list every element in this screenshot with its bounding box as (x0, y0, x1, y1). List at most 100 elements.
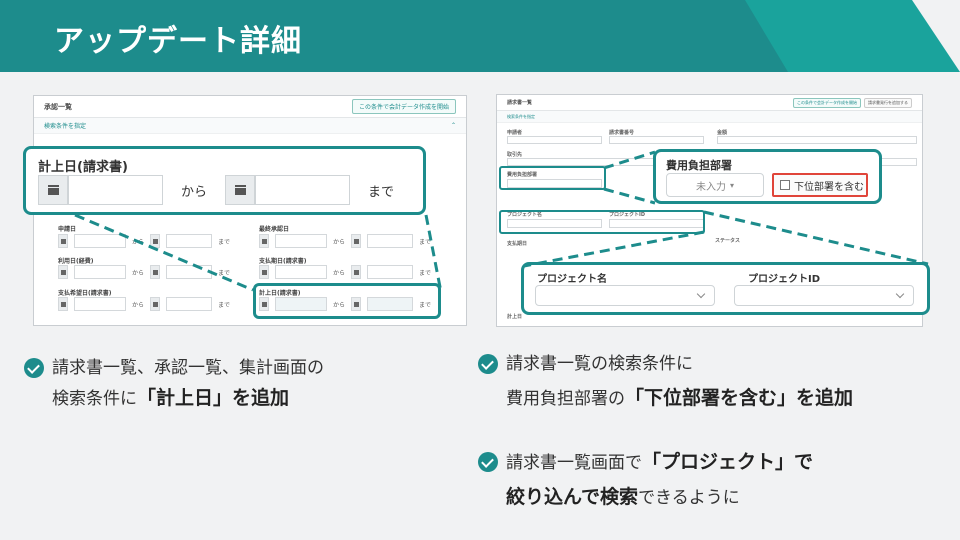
expense-dept-zoom-callout: 費用負担部署 未入力 ▾ 下位部署を含む (653, 149, 882, 204)
use-date-from-input[interactable] (74, 265, 126, 279)
range-from-text: から (180, 184, 207, 200)
field-label-desired-pay: 支払希望日(請求書) (58, 290, 112, 297)
calendar-icon[interactable] (58, 265, 68, 279)
field-label-apply-date: 申請日 (58, 226, 77, 233)
amount-label: 金額 (717, 130, 728, 136)
approval-list-title: 承認一覧 (44, 102, 72, 111)
field-label-final-approval: 最終承認日 (259, 226, 290, 233)
posted-date-zoom-to-input[interactable] (255, 175, 350, 205)
status-label: ステータス (715, 238, 741, 244)
add-invoice-button[interactable]: 請求書発行を追加する (864, 97, 912, 108)
chevron-up-icon: ⌃ (450, 122, 456, 129)
project-zoom-callout: プロジェクト名 プロジェクトID (521, 262, 930, 315)
range-from-text: から (333, 269, 346, 277)
note-project-line2: 絞り込んで検索できるように (506, 486, 740, 508)
field-label-use-date: 利用日(経費) (58, 258, 94, 265)
posted-date-highlight (253, 283, 441, 319)
note-sub-dept-line1: 請求書一覧の検索条件に (506, 354, 693, 374)
check-circle-icon (478, 354, 498, 374)
final-approval-range: から まで (259, 234, 431, 248)
calendar-icon[interactable] (150, 265, 161, 279)
applicant-input[interactable] (507, 136, 602, 144)
search-condition-label: 検索条件を指定 (507, 113, 535, 119)
calendar-icon[interactable] (351, 265, 362, 279)
note-sub-dept: 請求書一覧の検索条件に 費用負担部署の「下位部署を含む」を追加 (478, 349, 853, 414)
payment-due-range: から まで (259, 265, 431, 279)
final-approval-from-input[interactable] (275, 234, 327, 248)
range-to-text: まで (367, 184, 394, 200)
expense-dept-highlight (499, 166, 606, 190)
dropdown-arrow-icon: ▾ (729, 180, 734, 190)
calendar-icon[interactable] (351, 234, 362, 248)
posted-date-label-small: 計上日 (507, 314, 523, 320)
range-from-text: から (132, 301, 145, 309)
apply-date-to-input[interactable] (166, 234, 213, 248)
range-to-text: まで (218, 301, 231, 309)
note-project-filter: 請求書一覧画面で「プロジェクト」で 絞り込んで検索できるように (478, 447, 813, 513)
start-accounting-button[interactable]: この条件で会計データ作成を開始 (793, 97, 861, 108)
invoice-number-input[interactable] (609, 136, 704, 144)
invoice-number-label: 請求書番号 (609, 130, 635, 136)
project-name-select[interactable] (535, 285, 715, 306)
note-posted-date-line1: 請求書一覧、承認一覧、集計画面の (52, 358, 324, 378)
applicant-label: 申請者 (507, 130, 523, 136)
search-condition-toggle[interactable]: 検索条件を指定 ⌃ (34, 118, 466, 134)
range-to-text: まで (218, 238, 231, 246)
expense-dept-select-value: 未入力 (695, 181, 726, 193)
start-accounting-button[interactable]: この条件で会計データ作成を開始 (351, 99, 456, 114)
include-sub-dept-label: 下位部署を含む (794, 181, 864, 193)
desired-pay-range: から まで (58, 297, 230, 311)
search-condition-label: 検索条件を指定 (44, 123, 87, 130)
use-date-to-input[interactable] (166, 265, 213, 279)
use-date-range: から まで (58, 265, 230, 279)
range-to-text: まで (218, 269, 231, 277)
field-label-payment-due: 支払期日(請求書) (259, 258, 307, 265)
project-id-zoom-label: プロジェクトID (748, 274, 821, 285)
chevron-down-icon (895, 289, 905, 299)
amount-input[interactable] (717, 136, 917, 144)
range-from-text: から (333, 238, 346, 246)
posted-date-zoom-callout: 計上日(請求書) から まで (23, 146, 426, 215)
apply-date-from-input[interactable] (74, 234, 126, 248)
final-approval-to-input[interactable] (367, 234, 414, 248)
posted-date-zoom-from-input[interactable] (68, 175, 163, 205)
project-name-zoom-label: プロジェクト名 (537, 274, 607, 285)
expense-dept-select[interactable]: 未入力 ▾ (666, 173, 764, 197)
note-posted-date-line2: 検索条件に「計上日」を追加 (52, 387, 290, 409)
range-to-text: まで (419, 238, 432, 246)
note-project-line1: 請求書一覧画面で「プロジェクト」で (506, 451, 814, 473)
page-title: アップデート詳細 (54, 24, 302, 59)
calendar-icon[interactable] (150, 297, 161, 311)
desired-pay-from-input[interactable] (74, 297, 126, 311)
check-circle-icon (24, 358, 44, 378)
chevron-down-icon (696, 289, 706, 299)
range-to-text: まで (419, 269, 432, 277)
posted-date-zoom-range: から まで (38, 175, 412, 205)
check-circle-icon (478, 452, 498, 472)
calendar-icon[interactable] (38, 175, 68, 205)
note-posted-date: 請求書一覧、承認一覧、集計画面の 検索条件に「計上日」を追加 (24, 353, 324, 414)
posted-date-zoom-label: 計上日(請求書) (38, 160, 128, 175)
include-sub-dept-checkbox[interactable]: 下位部署を含む (772, 173, 868, 197)
header-corner (912, 0, 960, 72)
header-band: アップデート詳細 (0, 0, 960, 72)
calendar-icon[interactable] (225, 175, 255, 205)
payment-due-from-input[interactable] (275, 265, 327, 279)
expense-dept-zoom-title: 費用負担部署 (666, 159, 732, 172)
calendar-icon[interactable] (259, 234, 269, 248)
desired-pay-to-input[interactable] (166, 297, 213, 311)
calendar-icon[interactable] (259, 265, 269, 279)
checkbox-icon[interactable] (780, 180, 790, 190)
calendar-icon[interactable] (150, 234, 161, 248)
partner-label: 取引先 (507, 152, 523, 158)
apply-date-range: から まで (58, 234, 230, 248)
search-condition-toggle[interactable]: 検索条件を指定 (497, 111, 922, 123)
calendar-icon[interactable] (58, 234, 68, 248)
invoice-list-title: 請求書一覧 (507, 100, 533, 106)
range-from-text: から (132, 269, 145, 277)
payment-due-to-input[interactable] (367, 265, 414, 279)
range-from-text: から (132, 238, 145, 246)
calendar-icon[interactable] (58, 297, 68, 311)
pay-date-label: 支払期日 (507, 241, 528, 247)
project-id-select[interactable] (734, 285, 914, 306)
